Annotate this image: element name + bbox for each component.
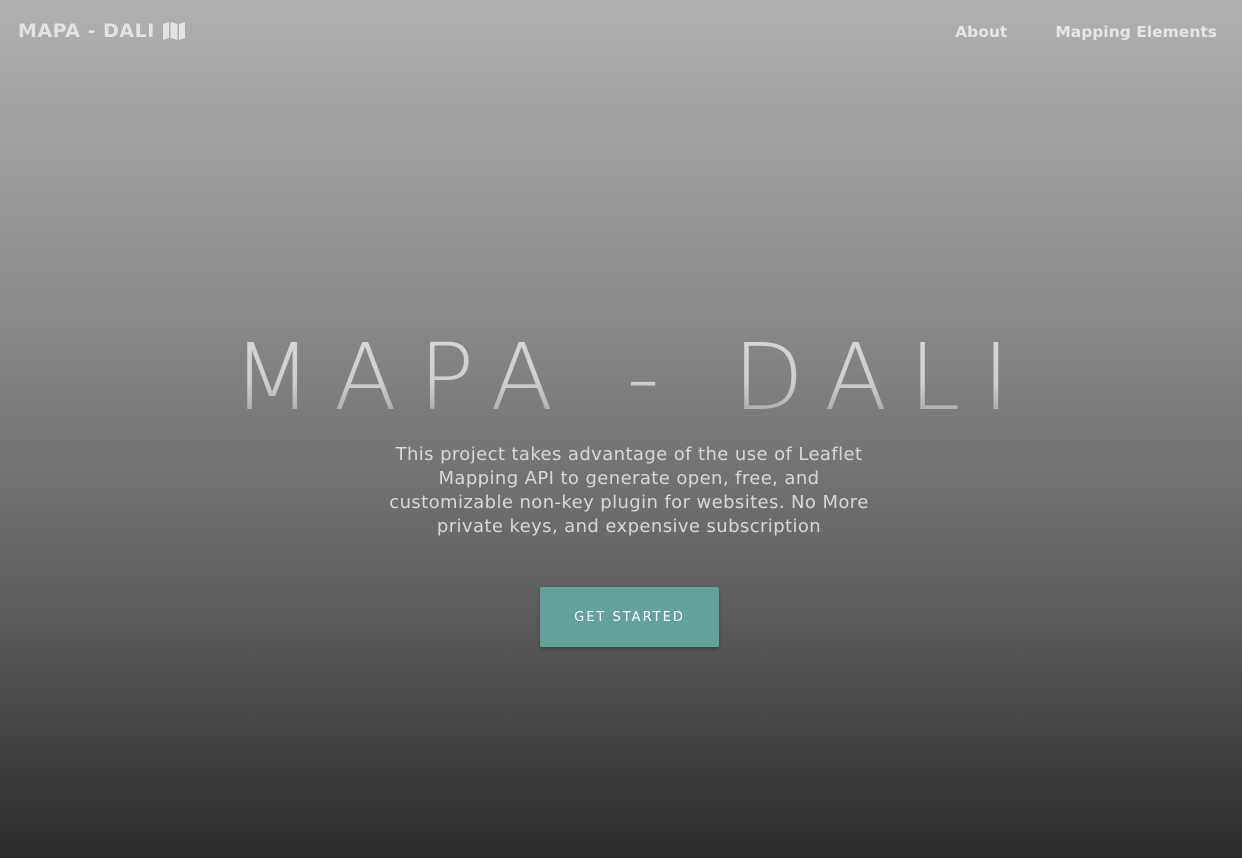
brand-link[interactable]: MAPA - DALI — [18, 20, 186, 42]
nav-link-about[interactable]: About — [955, 23, 1007, 41]
hero-title: MAPA - DALI — [0, 328, 1242, 428]
brand-name: MAPA - DALI — [18, 20, 155, 42]
hero-description: This project takes advantage of the use … — [389, 444, 869, 537]
navbar: MAPA - DALI About Mapping Elements — [0, 0, 1242, 64]
map-icon — [162, 21, 186, 41]
nav-link-mapping-elements[interactable]: Mapping Elements — [1055, 23, 1217, 41]
get-started-button[interactable]: GET STARTED — [540, 587, 719, 647]
nav-links: About Mapping Elements — [955, 23, 1217, 41]
